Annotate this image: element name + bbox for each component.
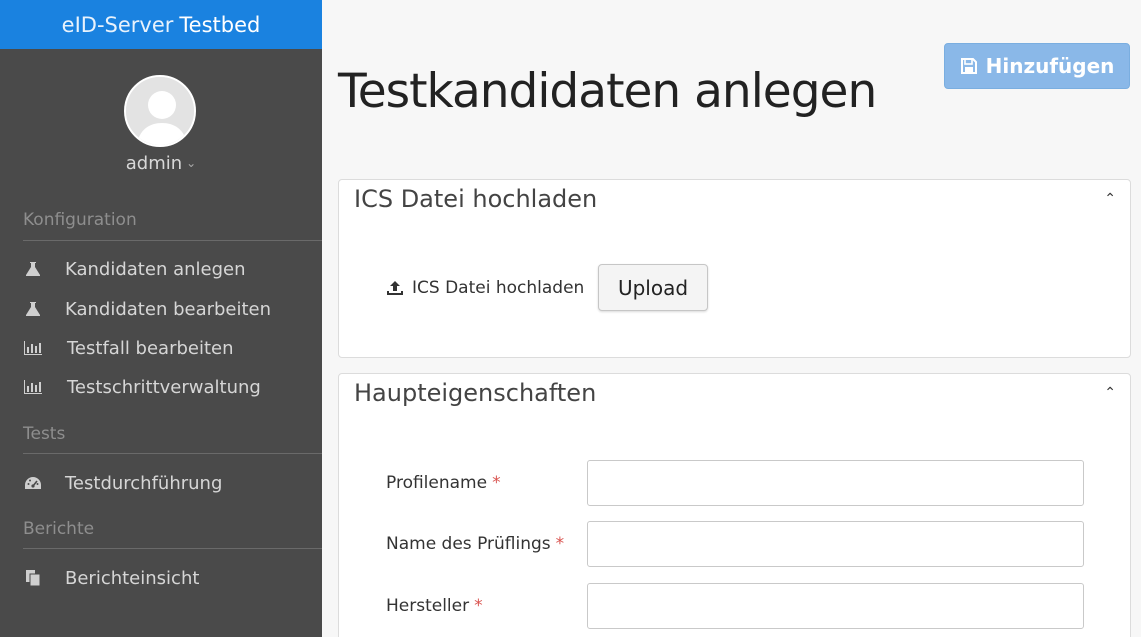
- sidebar-item-testfall-bearbeiten[interactable]: Testfall bearbeiten: [23, 334, 234, 362]
- upload-icon: [386, 280, 404, 296]
- main-properties-panel: Haupteigenschaften ⌃ Profilename * Name d…: [338, 373, 1131, 637]
- required-marker: *: [474, 596, 483, 616]
- upload-label: ICS Datei hochladen: [386, 278, 584, 298]
- required-marker: *: [555, 534, 565, 554]
- chevron-down-icon: ⌄: [186, 156, 197, 170]
- section-heading-berichte: Berichte: [23, 519, 95, 539]
- hersteller-input[interactable]: [587, 583, 1084, 629]
- sidebar-item-label: Testdurchführung: [65, 472, 223, 494]
- field-label-text: Hersteller: [386, 596, 470, 616]
- hersteller-label: Hersteller *: [386, 596, 483, 616]
- field-label-text: Name des Prüflings: [386, 534, 551, 554]
- user-menu[interactable]: admin ⌄: [0, 153, 322, 174]
- flask-icon: [23, 259, 43, 279]
- brand[interactable]: eID-Server Testbed: [0, 0, 322, 49]
- section-heading-konfiguration: Konfiguration: [23, 210, 137, 230]
- dashboard-icon: [23, 473, 43, 493]
- flask-icon: [23, 299, 43, 319]
- bar-chart-icon: [23, 377, 43, 397]
- add-button[interactable]: Hinzufügen: [944, 43, 1130, 89]
- sidebar-item-label: Berichteinsicht: [65, 567, 200, 589]
- sidebar-item-label: Testfall bearbeiten: [67, 337, 234, 359]
- copy-icon: [23, 568, 43, 588]
- pruefling-name-label: Name des Prüflings *: [386, 534, 564, 554]
- sidebar-item-kandidaten-bearbeiten[interactable]: Kandidaten bearbeiten: [23, 295, 271, 323]
- sidebar-item-label: Testschrittverwaltung: [67, 376, 261, 398]
- sidebar-item-testdurchfuehrung[interactable]: Testdurchführung: [23, 469, 222, 497]
- profilename-label: Profilename *: [386, 473, 501, 493]
- required-marker: *: [492, 473, 501, 493]
- section-divider: [23, 240, 322, 241]
- bar-chart-icon: [23, 338, 43, 358]
- user-avatar-icon: [126, 77, 194, 145]
- pruefling-name-input[interactable]: [587, 521, 1084, 567]
- chevron-up-icon[interactable]: ⌃: [1104, 190, 1116, 207]
- upload-label-text: ICS Datei hochladen: [412, 278, 585, 298]
- brand-suffix: Testbed: [179, 12, 261, 37]
- sidebar-item-label: Kandidaten anlegen: [65, 258, 246, 280]
- page-title: Testkandidaten anlegen: [338, 64, 877, 119]
- section-divider: [23, 548, 322, 549]
- add-button-label: Hinzufügen: [985, 54, 1115, 78]
- sidebar-item-kandidaten-anlegen[interactable]: Kandidaten anlegen: [23, 255, 246, 283]
- profilename-input[interactable]: [587, 460, 1084, 506]
- user-name: admin: [125, 153, 183, 174]
- field-label-text: Profilename: [386, 473, 488, 493]
- avatar[interactable]: [124, 75, 196, 147]
- save-icon: [960, 57, 978, 75]
- sidebar-item-berichteinsicht[interactable]: Berichteinsicht: [23, 564, 199, 592]
- ics-upload-panel: ICS Datei hochladen ⌃ ICS Datei hochlade…: [338, 179, 1131, 358]
- section-divider: [23, 453, 322, 454]
- upload-button[interactable]: Upload: [598, 264, 708, 311]
- brand-prefix: eID-Server: [61, 12, 174, 37]
- sidebar-item-testschrittverwaltung[interactable]: Testschrittverwaltung: [23, 373, 261, 401]
- panel-title: Haupteigenschaften: [354, 379, 597, 407]
- sidebar-item-label: Kandidaten bearbeiten: [65, 298, 272, 320]
- sidebar: eID-Server Testbed admin ⌄ Konfiguration …: [0, 0, 322, 637]
- panel-title: ICS Datei hochladen: [354, 185, 598, 213]
- section-heading-tests: Tests: [23, 424, 66, 444]
- chevron-up-icon[interactable]: ⌃: [1104, 384, 1116, 401]
